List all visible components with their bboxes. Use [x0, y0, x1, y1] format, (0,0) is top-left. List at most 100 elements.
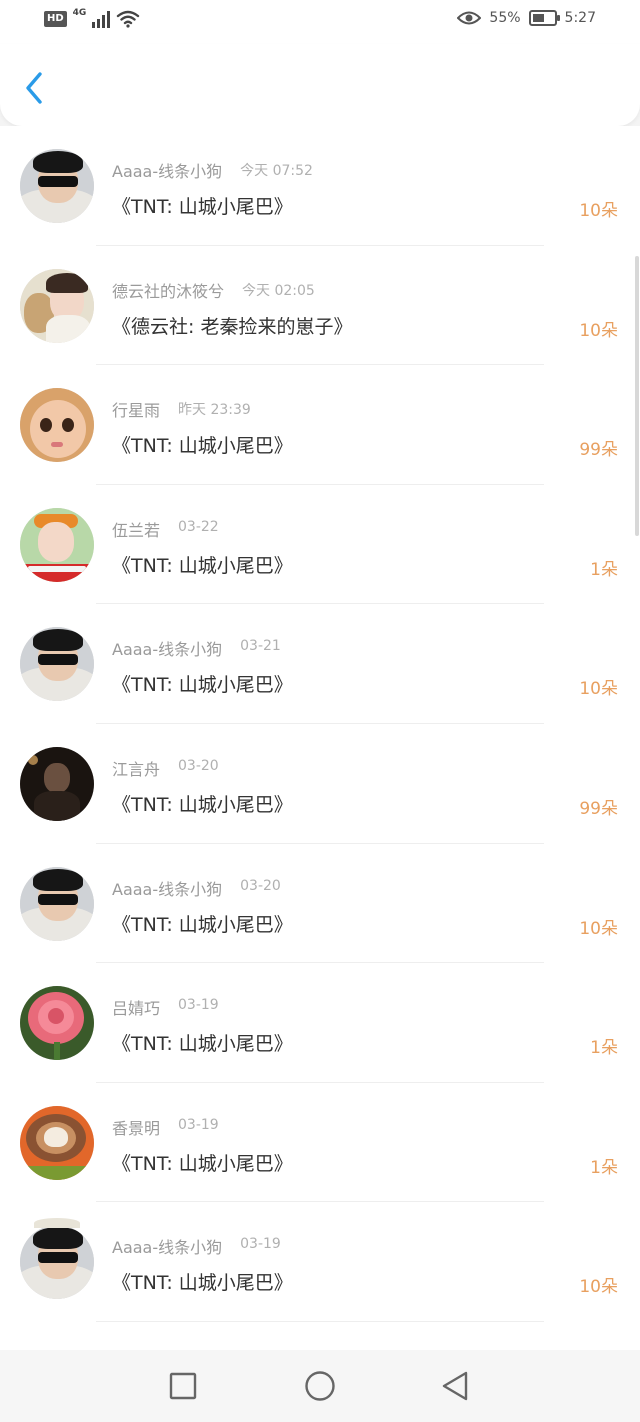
book-title[interactable]: 《TNT: 山城小尾巴》	[112, 670, 293, 697]
item-meta: Aaaa-线条小狗 03-20	[112, 876, 281, 900]
sender-name[interactable]: 行星雨	[112, 397, 160, 421]
avatar[interactable]	[20, 507, 94, 582]
home-button[interactable]	[302, 1368, 338, 1404]
system-nav-bar	[0, 1350, 640, 1422]
book-title[interactable]: 《TNT: 山城小尾巴》	[112, 790, 293, 817]
sender-name[interactable]: Aaaa-线条小狗	[112, 876, 222, 900]
avatar[interactable]	[20, 746, 94, 821]
book-title[interactable]: 《TNT: 山城小尾巴》	[112, 431, 293, 458]
list-item[interactable]: 香景明 03-19 《TNT: 山城小尾巴》 1朵	[0, 1083, 640, 1203]
avatar-shape	[38, 176, 78, 187]
sender-name[interactable]: 伍兰若	[112, 517, 160, 541]
avatar[interactable]	[20, 1105, 94, 1180]
status-right: 55% 5:27	[457, 10, 596, 26]
avatar-shape	[34, 790, 80, 821]
flower-count: 10朵	[579, 320, 618, 341]
list-item[interactable]: 江言舟 03-20 《TNT: 山城小尾巴》 99朵	[0, 724, 640, 844]
scrollbar[interactable]	[635, 256, 639, 536]
send-time: 03-19	[178, 997, 219, 1014]
avatar[interactable]	[20, 149, 94, 223]
status-left: HD 4G	[44, 8, 140, 28]
recent-apps-button[interactable]	[165, 1368, 201, 1404]
sender-name[interactable]: Aaaa-线条小狗	[112, 158, 222, 182]
send-time: 今天 02:05	[242, 282, 315, 299]
gift-record-list: Aaaa-线条小狗 今天 07:52 《TNT: 山城小尾巴》 10朵 德云社的沐筱兮…	[0, 126, 640, 1350]
avatar[interactable]	[20, 388, 94, 463]
item-meta: 伍兰若 03-22	[112, 517, 219, 541]
list-item[interactable]: Aaaa-线条小狗 03-20 《TNT: 山城小尾巴》 10朵	[0, 844, 640, 964]
avatar-shape	[44, 762, 70, 793]
send-time: 03-21	[240, 638, 281, 655]
avatar-shape	[38, 521, 74, 562]
triangle-back-icon	[442, 1371, 468, 1401]
signal-icon	[92, 10, 111, 28]
book-title[interactable]: 《TNT: 山城小尾巴》	[112, 192, 293, 219]
flower-count: 1朵	[590, 1157, 618, 1178]
battery-percent: 55%	[489, 10, 521, 26]
back-button[interactable]	[16, 68, 52, 108]
avatar[interactable]	[20, 986, 94, 1061]
sender-name[interactable]: 香景明	[112, 1115, 160, 1139]
avatar-shape	[46, 314, 90, 343]
list-item[interactable]: 伍兰若 03-22 《TNT: 山城小尾巴》 1朵	[0, 485, 640, 605]
flower-count: 1朵	[590, 1038, 618, 1059]
list-item[interactable]: 德云社的沐筱兮 今天 02:05 《德云社: 老秦捡来的崽子》 10朵	[0, 246, 640, 366]
book-title[interactable]: 《TNT: 山城小尾巴》	[112, 1029, 293, 1056]
clock: 5:27	[564, 10, 596, 26]
book-title[interactable]: 《TNT: 山城小尾巴》	[112, 1268, 293, 1295]
avatar-shape	[51, 442, 63, 448]
top-nav-header	[0, 44, 640, 126]
list-item[interactable]: 行星雨 昨天 23:39 《TNT: 山城小尾巴》 99朵	[0, 365, 640, 485]
flower-count: 1朵	[590, 559, 618, 580]
network-type: 4G	[72, 8, 87, 18]
avatar-shape	[33, 629, 83, 652]
send-time: 03-22	[178, 518, 219, 535]
avatar-shape	[33, 1227, 83, 1250]
back-nav-button[interactable]	[437, 1368, 473, 1404]
battery-fill	[532, 14, 544, 22]
avatar-shape	[54, 1042, 60, 1061]
item-meta: 香景明 03-19	[112, 1115, 219, 1139]
send-time: 03-20	[178, 757, 219, 774]
item-meta: 江言舟 03-20	[112, 756, 219, 780]
item-meta: 德云社的沐筱兮 今天 02:05	[112, 278, 315, 302]
sender-name[interactable]: 江言舟	[112, 756, 160, 780]
avatar-shape	[44, 1126, 68, 1147]
book-title[interactable]: 《德云社: 老秦捡来的崽子》	[112, 312, 352, 339]
send-time: 03-20	[240, 877, 281, 894]
avatar-shape	[20, 1165, 94, 1180]
wifi-icon	[117, 10, 140, 28]
avatar-shape	[28, 754, 38, 765]
status-bar: HD 4G 55% 5:27	[0, 0, 640, 44]
flower-count: 10朵	[579, 1277, 618, 1298]
item-meta: Aaaa-线条小狗 03-21	[112, 636, 281, 660]
avatar[interactable]	[20, 268, 94, 343]
book-title[interactable]: 《TNT: 山城小尾巴》	[112, 551, 293, 578]
avatar-shape	[46, 272, 88, 293]
send-time: 03-19	[240, 1236, 281, 1253]
sender-name[interactable]: Aaaa-线条小狗	[112, 636, 222, 660]
avatar[interactable]	[20, 627, 94, 702]
avatar[interactable]	[20, 866, 94, 941]
square-icon	[169, 1372, 197, 1400]
circle-icon	[305, 1371, 335, 1401]
avatar[interactable]	[20, 1225, 94, 1300]
flower-count: 10朵	[579, 918, 618, 939]
flower-count: 10朵	[579, 679, 618, 700]
item-meta: 吕婧巧 03-19	[112, 995, 219, 1019]
avatar-shape	[38, 1252, 78, 1264]
list-root: Aaaa-线条小狗 今天 07:52 《TNT: 山城小尾巴》 10朵 德云社的沐筱兮…	[0, 126, 640, 1322]
list-item[interactable]: Aaaa-线条小狗 03-21 《TNT: 山城小尾巴》 10朵	[0, 604, 640, 724]
book-title[interactable]: 《TNT: 山城小尾巴》	[112, 910, 293, 937]
list-item[interactable]: Aaaa-线条小狗 03-19 《TNT: 山城小尾巴》 10朵	[0, 1202, 640, 1322]
avatar-partial	[34, 1218, 80, 1228]
sender-name[interactable]: Aaaa-线条小狗	[112, 1234, 222, 1258]
avatar-shape	[33, 868, 83, 891]
list-item[interactable]: Aaaa-线条小狗 今天 07:52 《TNT: 山城小尾巴》 10朵	[0, 126, 640, 246]
book-title[interactable]: 《TNT: 山城小尾巴》	[112, 1149, 293, 1176]
avatar-shape	[30, 400, 86, 459]
sender-name[interactable]: 德云社的沐筱兮	[112, 278, 224, 302]
item-meta: Aaaa-线条小狗 今天 07:52	[112, 158, 313, 182]
list-item[interactable]: 吕婧巧 03-19 《TNT: 山城小尾巴》 1朵	[0, 963, 640, 1083]
sender-name[interactable]: 吕婧巧	[112, 995, 160, 1019]
